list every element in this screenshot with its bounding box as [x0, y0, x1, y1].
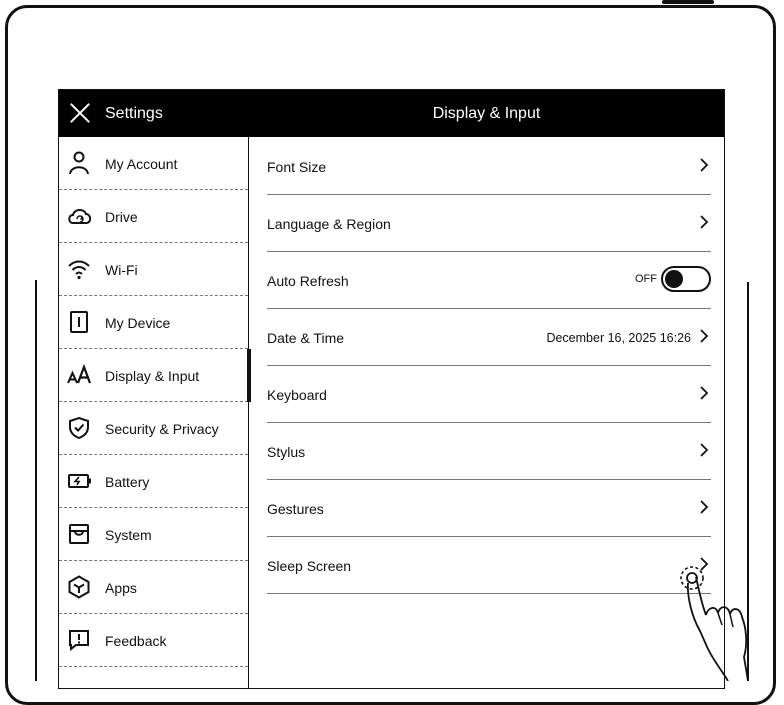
apps-icon: [68, 575, 90, 599]
sidebar-item-my-account[interactable]: My Account: [59, 137, 248, 190]
sidebar-item-feedback[interactable]: Feedback: [59, 614, 248, 667]
sidebar-item-label: My Account: [105, 156, 178, 172]
device-edge-line-left: [35, 280, 37, 681]
toggle-knob: [665, 270, 683, 288]
sidebar-item-wifi[interactable]: Wi-Fi: [59, 243, 248, 296]
row-keyboard[interactable]: Keyboard: [267, 365, 711, 423]
sidebar-item-label: Drive: [105, 209, 138, 225]
shield-check-icon: [69, 416, 89, 440]
sidebar-item-drive[interactable]: Drive: [59, 190, 248, 243]
power-button: [662, 0, 714, 4]
row-label: Font Size: [267, 159, 327, 175]
battery-icon: [68, 474, 91, 488]
sidebar-item-label: Wi-Fi: [105, 262, 138, 278]
sidebar-item-apps[interactable]: Apps: [59, 561, 248, 614]
chevron-right-icon: [700, 500, 709, 514]
row-label: Auto Refresh: [267, 273, 349, 289]
row-auto-refresh[interactable]: Auto Refresh OFF: [267, 251, 711, 309]
date-time-value: December 16, 2025 16:26: [546, 331, 691, 345]
sidebar-item-label: My Device: [105, 315, 171, 331]
wifi-icon: [68, 260, 90, 280]
sidebar-item-system[interactable]: System: [59, 508, 248, 561]
system-icon: [69, 524, 89, 544]
row-label: Date & Time: [267, 330, 345, 346]
chevron-right-icon: [700, 329, 709, 343]
person-icon: [69, 151, 89, 175]
feedback-icon: [69, 630, 89, 652]
chevron-right-icon: [700, 443, 709, 457]
sidebar-item-label: Display & Input: [105, 368, 200, 384]
settings-sidebar: My Account Drive Wi-Fi My Device Display…: [59, 137, 251, 688]
row-font-size[interactable]: Font Size: [267, 137, 711, 195]
row-label: Stylus: [267, 444, 306, 460]
chevron-right-icon: [700, 158, 709, 172]
sidebar-item-label: Battery: [105, 474, 150, 490]
chevron-right-icon: [700, 215, 709, 229]
device-icon: [70, 311, 88, 333]
sidebar-item-label: Security & Privacy: [105, 421, 219, 437]
row-date-time[interactable]: Date & Time December 16, 2025 16:26: [267, 308, 711, 366]
row-sleep-screen[interactable]: Sleep Screen: [267, 536, 711, 594]
row-label: Keyboard: [267, 387, 327, 403]
row-label: Language & Region: [267, 216, 391, 232]
row-gestures[interactable]: Gestures: [267, 479, 711, 537]
display-input-list: Font Size Language & Region Auto Refresh…: [249, 137, 724, 688]
sidebar-item-security-privacy[interactable]: Security & Privacy: [59, 402, 248, 455]
cloud-sync-icon: [68, 209, 92, 224]
settings-screen: Settings Display & Input My Account Driv…: [58, 89, 725, 689]
sidebar-item-label: Feedback: [105, 633, 167, 649]
row-language-region[interactable]: Language & Region: [267, 194, 711, 252]
panel-title: Display & Input: [432, 105, 541, 122]
sidebar-item-display-input[interactable]: Display & Input: [59, 349, 248, 402]
sidebar-item-label: System: [105, 527, 152, 543]
tap-hand-icon: [680, 566, 749, 681]
sidebar-item-my-device[interactable]: My Device: [59, 296, 248, 349]
font-size-icon: [67, 363, 92, 384]
row-label: Sleep Screen: [267, 558, 352, 574]
sidebar-item-label: Apps: [105, 580, 137, 596]
chevron-right-icon: [700, 386, 709, 400]
settings-title: Settings: [105, 105, 163, 122]
row-label: Gestures: [267, 501, 324, 517]
row-stylus[interactable]: Stylus: [267, 422, 711, 480]
sidebar-item-battery[interactable]: Battery: [59, 455, 248, 508]
close-icon[interactable]: [69, 102, 91, 124]
toggle-state-label: OFF: [635, 273, 657, 285]
top-bar: Settings Display & Input: [59, 90, 724, 137]
toggle-track[interactable]: [661, 266, 711, 292]
